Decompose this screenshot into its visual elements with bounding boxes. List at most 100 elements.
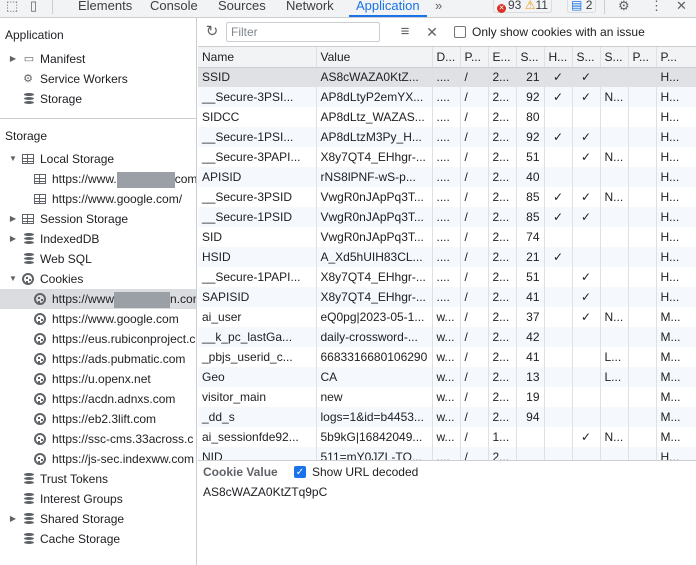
table-row[interactable]: SID VwgR0nJApPq3T......./2... 74 H... [198, 227, 696, 247]
sidebar-item-websql[interactable]: Web SQL [0, 249, 196, 269]
cell-value: AP8dLtzM3Py_H... [315, 127, 432, 147]
cell-expires: 2... [487, 67, 516, 87]
filter-input[interactable] [226, 22, 380, 42]
table-row[interactable]: __Secure-1PAPI... X8y7QT4_EHhgr-......./2… [198, 267, 696, 287]
cell-name: SIDCC [202, 110, 240, 124]
column-header-size[interactable]: S... [515, 47, 544, 68]
device-toolbar-icon[interactable]: ▯ [30, 0, 37, 14]
cookie-origin-33across[interactable]: https://ssc-cms.33across.c [0, 429, 196, 449]
cell-secure [571, 327, 600, 347]
column-header-name[interactable]: Name [198, 47, 316, 68]
column-header-domain[interactable]: D... [431, 47, 460, 68]
only-issue-checkbox[interactable] [454, 26, 466, 38]
cell-domain: .... [431, 227, 460, 247]
kebab-menu-icon[interactable]: ⋮ [650, 0, 663, 14]
tab-application[interactable]: Application [349, 0, 427, 17]
table-row[interactable]: visitor_main new w.../2... 19 M... [198, 387, 696, 407]
sidebar-item-indexeddb[interactable]: ▶ IndexedDB [0, 229, 196, 249]
table-row[interactable]: __Secure-1PSID VwgR0nJApPq3T......./2... 8… [198, 207, 696, 227]
expand-arrow-icon[interactable]: ▶ [9, 49, 17, 69]
tab-network[interactable]: Network [286, 0, 334, 17]
cell-httponly [543, 167, 572, 187]
cell-secure: ✓ [571, 207, 600, 227]
tab-elements[interactable]: Elements [78, 0, 132, 17]
settings-gear-icon[interactable]: ⚙ [618, 0, 630, 14]
cell-samesite: N... [599, 147, 628, 167]
column-header-httponly[interactable]: H... [543, 47, 572, 68]
table-row[interactable]: __Secure-3PSI... AP8dLtyP2emYX......./2..… [198, 87, 696, 107]
table-row[interactable]: HSID A_Xd5hUIH83CL......./2... 21 ✓ H... [198, 247, 696, 267]
table-row[interactable]: SAPISID X8y7QT4_EHhgr-......./2... 41 ✓ H... [198, 287, 696, 307]
table-row[interactable]: ai_sessionfde92... 5b9kG|16842049... w... /… [198, 427, 696, 447]
sidebar-item-service-workers[interactable]: ⚙ Service Workers [0, 69, 196, 89]
cell-path: / [459, 387, 488, 407]
expand-arrow-icon[interactable]: ▶ [9, 209, 17, 229]
table-row[interactable]: Geo CA w.../2... 13 L... M... [198, 367, 696, 387]
sidebar-item-storage[interactable]: Storage [0, 89, 196, 109]
cookie-origin-google[interactable]: https://www.google.com [0, 309, 196, 329]
cookie-origin-adnxs[interactable]: https://acdn.adnxs.com [0, 389, 196, 409]
cell-size [515, 427, 544, 447]
cell-samesite [599, 67, 628, 87]
table-row[interactable]: SSID AS8cWAZA0KtZ......./2... 21 ✓ ✓ H... [198, 67, 696, 87]
cookie-origin-openx[interactable]: https://u.openx.net [0, 369, 196, 389]
table-row[interactable]: APISID rNS8lPNF-wS-p......./2... 40 H... [198, 167, 696, 187]
column-header-priority[interactable]: P... [655, 47, 696, 68]
more-tabs-icon[interactable]: » [435, 0, 442, 14]
local-storage-origin-redacted[interactable]: https://www. com [0, 169, 196, 189]
expand-arrow-icon[interactable]: ▶ [9, 509, 17, 529]
cookie-origin-3lift[interactable]: https://eb2.3lift.com [0, 409, 196, 429]
clear-filtered-cookies-icon[interactable]: ≡ [396, 22, 414, 42]
sidebar-item-manifest[interactable]: ▶ ▭ Manifest [0, 49, 196, 69]
refresh-icon[interactable]: ↻ [204, 22, 220, 42]
table-row[interactable]: SIDCC AP8dLtz_WAZAS......./2... 80 H... [198, 107, 696, 127]
column-header-secure[interactable]: S... [571, 47, 600, 68]
local-storage-origin-google[interactable]: https://www.google.com/ [0, 189, 196, 209]
show-url-decoded-checkbox[interactable]: ✓ [294, 466, 306, 478]
cookie-origin-redacted[interactable]: https://wwwn.com [0, 289, 196, 309]
cookie-icon [34, 333, 46, 345]
table-row[interactable]: __k_pc_lastGa... daily-crossword-... w... /… [198, 327, 696, 347]
table-row[interactable]: __Secure-3PSID VwgR0nJApPq3T......./2... 8… [198, 187, 696, 207]
cookie-origin-pubmatic[interactable]: https://ads.pubmatic.com [0, 349, 196, 369]
message-icon: ▤ [571, 0, 583, 12]
collapse-arrow-icon[interactable]: ▼ [9, 269, 17, 289]
cell-priority: M... [655, 347, 696, 367]
cell-domain: w... [431, 427, 460, 447]
cookie-origin-indexww[interactable]: https://js-sec.indexww.com [0, 449, 196, 469]
tab-console[interactable]: Console [150, 0, 198, 17]
column-header-expires[interactable]: E... [487, 47, 516, 68]
cell-priority: H... [655, 287, 696, 307]
column-header-samesite[interactable]: S... [599, 47, 628, 68]
column-header-partition-key[interactable]: P... [627, 47, 656, 68]
errors-badge[interactable]: ✕ 93 ⚠11 [493, 0, 552, 13]
table-row[interactable]: _pbjs_userid_c... 6683316680106290 w.../2.… [198, 347, 696, 367]
sidebar-item-cache-storage[interactable]: Cache Storage [0, 529, 196, 549]
messages-badge[interactable]: ▤ 2 [567, 0, 597, 13]
cookie-origin-rubicon[interactable]: https://eus.rubiconproject.c [0, 329, 196, 349]
table-row[interactable]: _dd_s logs=1&id=b4453... w.../2... 94 M... [198, 407, 696, 427]
column-header-path[interactable]: P... [459, 47, 488, 68]
sidebar-item-session-storage[interactable]: ▶ Session Storage [0, 209, 196, 229]
table-row[interactable]: __Secure-3PAPI... X8y7QT4_EHhgr-......./2… [198, 147, 696, 167]
cell-path: / [459, 247, 488, 267]
column-header-value[interactable]: Value [315, 47, 432, 68]
sidebar-item-trust-tokens[interactable]: Trust Tokens [0, 469, 196, 489]
table-row[interactable]: ai_user eQ0pg|2023-05-1... w.../2... 37 ✓ N..… [198, 307, 696, 327]
inspect-element-icon[interactable]: ⬚ [6, 0, 18, 14]
collapse-arrow-icon[interactable]: ▼ [9, 149, 17, 169]
clear-filter-icon[interactable]: ✕ [424, 22, 440, 42]
expand-arrow-icon[interactable]: ▶ [9, 229, 17, 249]
sidebar-item-shared-storage[interactable]: ▶ Shared Storage [0, 509, 196, 529]
storage-section-title: Storage [5, 129, 48, 143]
sidebar-item-local-storage[interactable]: ▼ Local Storage [0, 149, 196, 169]
cell-domain: .... [431, 187, 460, 207]
cell-samesite [599, 207, 628, 227]
sidebar-item-cookies[interactable]: ▼ Cookies [0, 269, 196, 289]
sidebar-item-interest-groups[interactable]: Interest Groups [0, 489, 196, 509]
close-devtools-icon[interactable]: ✕ [676, 0, 687, 14]
table-row[interactable]: __Secure-1PSI... AP8dLtzM3Py_H......./2..… [198, 127, 696, 147]
tab-sources[interactable]: Sources [218, 0, 266, 17]
cell-value: AP8dLtyP2emYX... [315, 87, 432, 107]
cell-httponly: ✓ [543, 187, 572, 207]
